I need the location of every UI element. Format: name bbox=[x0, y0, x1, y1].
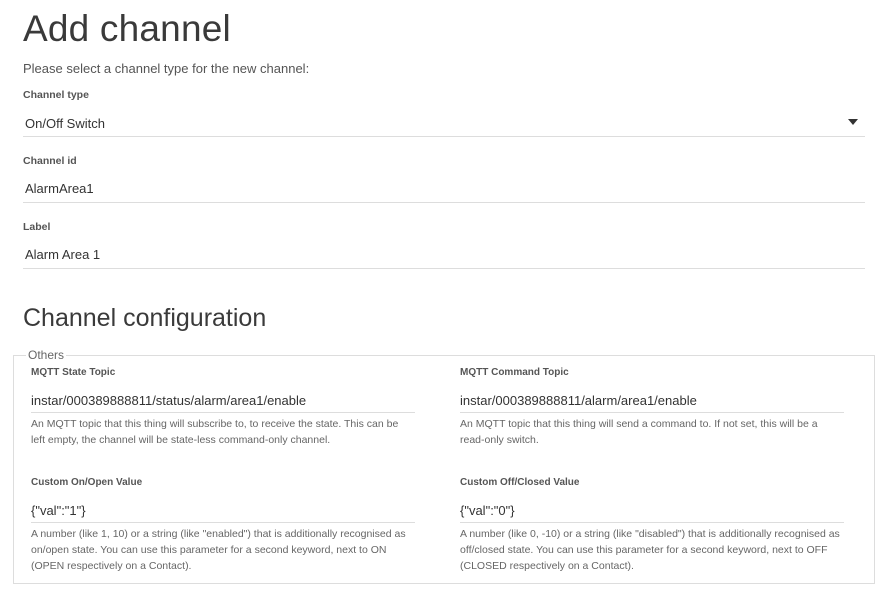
off-value-field: Custom Off/Closed Value A number (like 0… bbox=[460, 477, 844, 574]
off-value-label: Custom Off/Closed Value bbox=[460, 477, 580, 488]
channel-type-select[interactable]: On/Off Switch bbox=[23, 109, 865, 137]
dropdown-arrow-icon bbox=[848, 119, 858, 125]
state-topic-input[interactable] bbox=[31, 389, 415, 413]
command-topic-help: An MQTT topic that this thing will send … bbox=[460, 418, 818, 446]
channel-id-input[interactable] bbox=[23, 175, 865, 203]
state-topic-help: An MQTT topic that this thing will subsc… bbox=[31, 418, 399, 446]
label-field: Label bbox=[23, 221, 865, 269]
command-topic-field: MQTT Command Topic An MQTT topic that th… bbox=[460, 367, 844, 448]
channel-id-label: Channel id bbox=[23, 155, 77, 167]
channel-type-label: Channel type bbox=[23, 89, 89, 101]
channel-type-field: Channel type On/Off Switch bbox=[23, 89, 865, 137]
on-value-input[interactable] bbox=[31, 499, 415, 523]
page-title: Add channel bbox=[23, 8, 231, 49]
channel-type-value: On/Off Switch bbox=[25, 116, 105, 131]
state-topic-field: MQTT State Topic An MQTT topic that this… bbox=[31, 367, 415, 448]
others-fieldset: Others MQTT State Topic An MQTT topic th… bbox=[13, 348, 875, 584]
command-topic-input[interactable] bbox=[460, 389, 844, 413]
channel-configuration-heading: Channel configuration bbox=[23, 304, 267, 332]
on-value-label: Custom On/Open Value bbox=[31, 477, 143, 488]
channel-id-field: Channel id bbox=[23, 155, 865, 203]
on-value-field: Custom On/Open Value A number (like 1, 1… bbox=[31, 477, 415, 574]
label-field-label: Label bbox=[23, 221, 51, 233]
state-topic-label: MQTT State Topic bbox=[31, 367, 116, 378]
command-topic-label: MQTT Command Topic bbox=[460, 367, 569, 378]
intro-text: Please select a channel type for the new… bbox=[23, 61, 310, 76]
off-value-help: A number (like 0, -10) or a string (like… bbox=[460, 528, 840, 572]
others-legend: Others bbox=[26, 348, 67, 362]
on-value-help: A number (like 1, 10) or a string (like … bbox=[31, 528, 406, 572]
off-value-input[interactable] bbox=[460, 499, 844, 523]
label-input[interactable] bbox=[23, 241, 865, 269]
